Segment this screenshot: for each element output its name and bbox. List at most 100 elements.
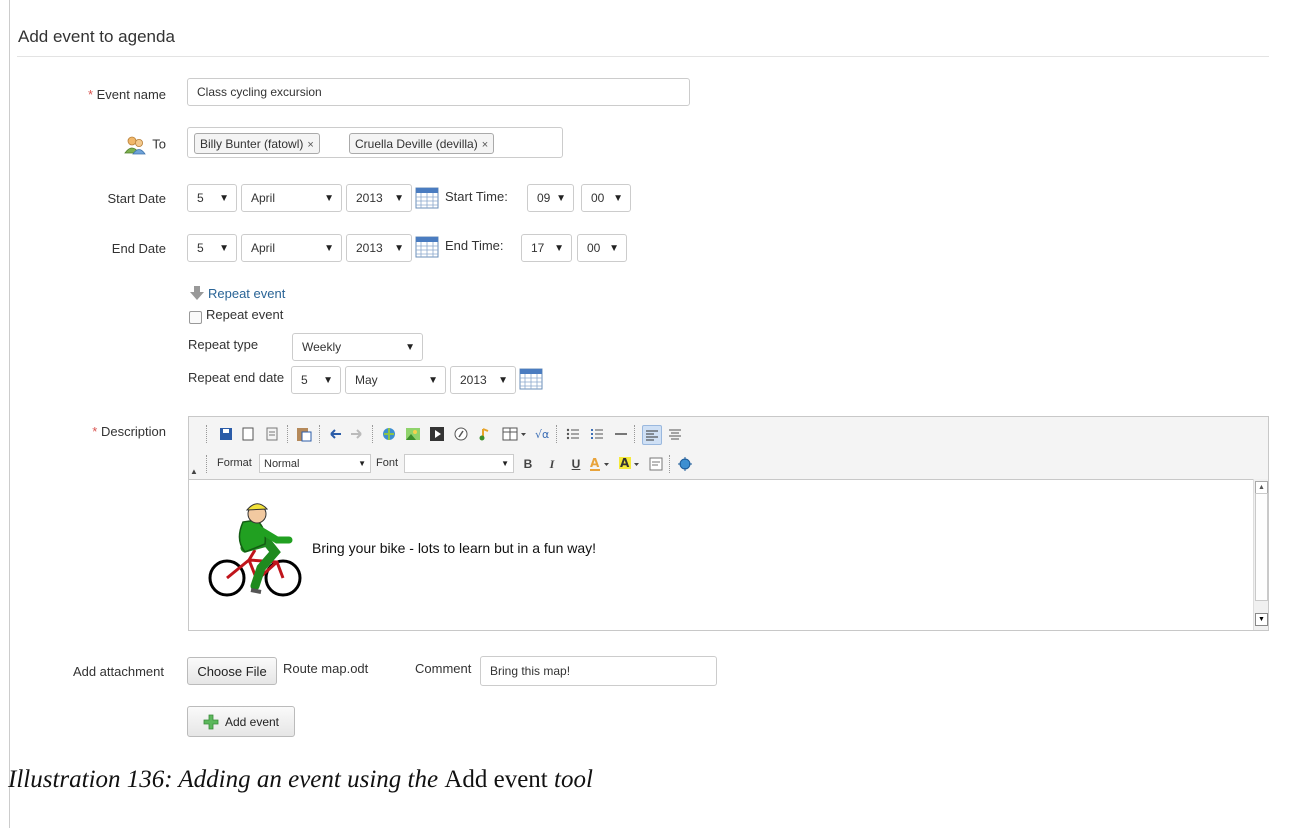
comment-label: Comment bbox=[415, 661, 472, 676]
event-name-label-text: Event name bbox=[96, 87, 166, 102]
dropdown-arrow-icon: ▼ bbox=[609, 242, 619, 254]
repeat-end-day-value: 5 bbox=[301, 373, 308, 387]
end-month-select[interactable]: April ▼ bbox=[241, 234, 342, 262]
repeat-type-label: Repeat type bbox=[188, 337, 259, 352]
description-label-text: Description bbox=[100, 424, 166, 439]
toolbar-separator bbox=[287, 425, 290, 443]
toolbar-separator bbox=[319, 425, 322, 443]
horizontal-rule-icon[interactable] bbox=[612, 425, 630, 443]
scroll-down-icon[interactable]: ▼ bbox=[1255, 613, 1268, 626]
dropdown-arrow-icon: ▼ bbox=[358, 459, 366, 468]
editor-scrollbar[interactable]: ▲ ▼ bbox=[1253, 479, 1268, 630]
page-title: Add event to agenda bbox=[18, 27, 175, 46]
dropdown-arrow-icon: ▼ bbox=[554, 242, 564, 254]
image-icon[interactable] bbox=[404, 425, 422, 443]
dropdown-arrow-icon: ▼ bbox=[613, 192, 623, 204]
bulleted-list-icon[interactable] bbox=[564, 425, 582, 443]
dropdown-arrow-icon: ▼ bbox=[324, 242, 334, 254]
format-select[interactable]: Normal ▼ bbox=[259, 454, 371, 473]
add-event-label: Add event bbox=[224, 714, 280, 729]
figure-caption: Illustration 136: Adding an event using … bbox=[8, 766, 593, 794]
templates-icon[interactable] bbox=[263, 425, 281, 443]
start-minute-value: 00 bbox=[591, 191, 605, 205]
text-color-icon[interactable]: A bbox=[587, 455, 613, 473]
paste-word-icon[interactable] bbox=[295, 425, 313, 443]
end-day-select[interactable]: 5 ▼ bbox=[187, 234, 237, 262]
add-event-button[interactable]: Add event bbox=[187, 706, 295, 737]
end-year-select[interactable]: 2013 ▼ bbox=[346, 234, 412, 262]
end-day-value: 5 bbox=[197, 241, 204, 255]
source-icon[interactable] bbox=[647, 455, 665, 473]
toolbar-separator bbox=[556, 425, 559, 443]
align-center-icon[interactable] bbox=[666, 425, 684, 443]
format-value: Normal bbox=[264, 457, 300, 470]
table-icon[interactable] bbox=[500, 425, 530, 443]
comment-input[interactable]: Bring this map! bbox=[480, 656, 717, 686]
svg-text:A: A bbox=[620, 456, 630, 470]
remove-recipient-icon[interactable]: × bbox=[482, 139, 488, 151]
toolbar-separator bbox=[372, 425, 375, 443]
start-month-select[interactable]: April ▼ bbox=[241, 184, 342, 212]
repeat-end-year-select[interactable]: 2013 ▼ bbox=[450, 366, 516, 394]
undo-icon[interactable] bbox=[326, 425, 344, 443]
caption-prefix: Illustration 136: Adding an event using … bbox=[8, 766, 445, 793]
link-globe-icon[interactable] bbox=[380, 425, 398, 443]
recipient-tag: Billy Bunter (fatowl) × bbox=[194, 133, 320, 154]
scrollbar-thumb[interactable] bbox=[1255, 493, 1268, 601]
to-label: To bbox=[108, 135, 166, 155]
repeat-event-link[interactable]: Repeat event bbox=[208, 286, 285, 301]
numbered-list-icon[interactable] bbox=[588, 425, 606, 443]
end-minute-select[interactable]: 00 ▼ bbox=[577, 234, 627, 262]
start-minute-select[interactable]: 00 ▼ bbox=[581, 184, 631, 212]
end-hour-select[interactable]: 17 ▼ bbox=[521, 234, 572, 262]
audio-icon[interactable] bbox=[476, 425, 494, 443]
repeat-end-month-select[interactable]: May ▼ bbox=[345, 366, 446, 394]
to-label-text: To bbox=[152, 136, 166, 152]
font-select[interactable]: ▼ bbox=[404, 454, 514, 473]
required-marker: * bbox=[92, 424, 98, 439]
start-month-value: April bbox=[251, 191, 276, 205]
description-content[interactable]: Bring your bike - lots to learn but in a… bbox=[312, 540, 596, 556]
toolbar-separator bbox=[669, 455, 672, 473]
start-hour-select[interactable]: 09 ▼ bbox=[527, 184, 574, 212]
recipient-tag: Cruella Deville (devilla) × bbox=[349, 133, 495, 154]
remove-recipient-icon[interactable]: × bbox=[307, 139, 313, 151]
flash-icon[interactable] bbox=[452, 425, 470, 443]
maximize-icon[interactable] bbox=[676, 455, 694, 473]
repeat-end-day-select[interactable]: 5 ▼ bbox=[291, 366, 341, 394]
bold-icon[interactable]: B bbox=[519, 455, 537, 473]
dropdown-arrow-icon: ▼ bbox=[394, 242, 404, 254]
math-formula-icon[interactable]: √α bbox=[534, 425, 552, 443]
svg-text:A: A bbox=[590, 456, 600, 470]
required-marker: * bbox=[87, 87, 93, 102]
collapse-toolbar-icon[interactable]: ▲ bbox=[189, 465, 199, 477]
calendar-icon[interactable] bbox=[415, 236, 439, 258]
repeat-checkbox[interactable] bbox=[189, 311, 202, 324]
toolbar-separator bbox=[634, 425, 637, 443]
repeat-type-select[interactable]: Weekly ▼ bbox=[292, 333, 423, 361]
calendar-icon[interactable] bbox=[519, 368, 543, 390]
background-color-icon[interactable]: A bbox=[617, 455, 643, 473]
toolbar-separator bbox=[206, 455, 209, 473]
calendar-icon[interactable] bbox=[415, 187, 439, 209]
new-page-icon[interactable] bbox=[239, 425, 257, 443]
italic-icon[interactable]: I bbox=[543, 455, 561, 473]
video-icon[interactable] bbox=[428, 425, 446, 443]
title-divider bbox=[17, 56, 1269, 57]
recipient-name: Cruella Deville (devilla) bbox=[355, 137, 478, 151]
save-icon[interactable] bbox=[217, 425, 235, 443]
repeat-checkbox-label: Repeat event bbox=[206, 307, 284, 322]
cyclist-image bbox=[208, 503, 302, 597]
end-hour-value: 17 bbox=[531, 241, 545, 255]
choose-file-button[interactable]: Choose File bbox=[187, 657, 277, 685]
redo-icon[interactable] bbox=[348, 425, 366, 443]
underline-icon[interactable]: U bbox=[567, 455, 585, 473]
event-name-input[interactable]: Class cycling excursion bbox=[187, 78, 690, 106]
attachment-label: Add attachment bbox=[72, 664, 164, 679]
format-label: Format bbox=[217, 457, 252, 469]
start-year-select[interactable]: 2013 ▼ bbox=[346, 184, 412, 212]
start-day-select[interactable]: 5 ▼ bbox=[187, 184, 237, 212]
dropdown-arrow-icon: ▼ bbox=[323, 374, 333, 386]
end-time-label: End Time: bbox=[445, 238, 504, 253]
align-left-icon[interactable] bbox=[642, 425, 662, 445]
